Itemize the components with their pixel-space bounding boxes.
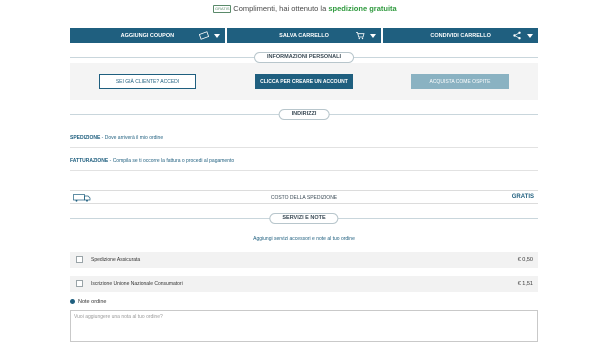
chevron-down-icon[interactable] xyxy=(370,34,377,38)
order-notes-input[interactable] xyxy=(70,310,538,342)
add-coupon-label: AGGIUNGI COUPON xyxy=(120,32,175,39)
shipping-address-link[interactable]: SPEDIZIONE - Dove arriverà il mio ordine xyxy=(70,135,538,141)
promo-highlight: spedizione gratuita xyxy=(328,4,397,13)
billing-label: FATTURAZIONE xyxy=(70,158,109,164)
login-button[interactable]: SEI GIÀ CLIENTE? ACCEDI xyxy=(99,74,196,89)
shipping-cost-label: COSTO DELLA SPEDIZIONE xyxy=(270,195,338,201)
add-coupon-button[interactable]: AGGIUNGI COUPON xyxy=(70,28,225,43)
shipping-label: SPEDIZIONE xyxy=(70,135,101,141)
coupon-icon xyxy=(198,31,209,40)
section-title: INFORMAZIONI PERSONALI xyxy=(254,52,354,63)
create-account-button[interactable]: CLICCA PER CREARE UN ACCOUNT xyxy=(255,74,353,89)
service-checkbox[interactable] xyxy=(76,256,83,263)
chevron-down-icon[interactable] xyxy=(213,34,220,38)
share-icon xyxy=(513,31,521,40)
divider xyxy=(70,147,538,148)
save-cart-label: SALVA CARRELLO xyxy=(279,32,329,39)
chevron-down-icon[interactable] xyxy=(527,34,534,38)
billing-desc: - Compila se ti occorre la fattura o pro… xyxy=(108,158,235,164)
guest-checkout-button[interactable]: ACQUISTA COME OSPITE xyxy=(411,74,509,89)
comment-icon xyxy=(70,299,75,305)
shipping-cost-row: COSTO DELLA SPEDIZIONE GRATIS xyxy=(70,190,538,204)
shipping-desc: - Dove arriverà il mio ordine xyxy=(100,135,164,141)
service-price: € 1,51 xyxy=(517,281,533,287)
personal-info-panel: SEI GIÀ CLIENTE? ACCEDI CLICCA PER CREAR… xyxy=(70,63,538,100)
service-name: Iscrizione Unione Nazionale Consumatori xyxy=(91,281,183,287)
service-row: Spedizione Assicurata € 0,50 xyxy=(70,252,538,268)
service-price: € 0,50 xyxy=(517,257,533,263)
addresses-header: INDIRIZZI xyxy=(70,109,538,120)
free-shipping-banner: GRATIS Complimenti, hai ottenuto la spedi… xyxy=(0,4,610,14)
shipping-cost-value: GRATIS xyxy=(511,194,534,200)
services-header: SERVIZI E NOTE xyxy=(70,213,538,224)
divider xyxy=(70,170,538,171)
shipping-badge-icon: GRATIS xyxy=(213,5,232,14)
service-row: Iscrizione Unione Nazionale Consumatori … xyxy=(70,276,538,292)
share-cart-label: CONDIVIDI CARRELLO xyxy=(430,32,491,39)
service-checkbox[interactable] xyxy=(76,280,83,287)
services-subtitle: Aggiungi servizi accessori e note al tuo… xyxy=(253,236,355,242)
section-title: SERVIZI E NOTE xyxy=(269,213,339,224)
cart-icon xyxy=(356,32,365,40)
section-title: INDIRIZZI xyxy=(278,109,330,120)
promo-text: Complimenti, hai ottenuto la xyxy=(233,4,329,13)
order-notes-label-text: Note ordine xyxy=(78,299,107,305)
service-name: Spedizione Assicurata xyxy=(91,257,141,263)
billing-address-link[interactable]: FATTURAZIONE - Compila se ti occorre la … xyxy=(70,158,538,164)
share-cart-button[interactable]: CONDIVIDI CARRELLO xyxy=(383,28,539,43)
cart-actions-bar: AGGIUNGI COUPON SALVA CARRELLO CONDIVIDI… xyxy=(70,28,539,43)
save-cart-button[interactable]: SALVA CARRELLO xyxy=(226,28,382,43)
personal-info-header: INFORMAZIONI PERSONALI xyxy=(70,52,538,63)
order-notes-label: Note ordine xyxy=(70,299,106,305)
